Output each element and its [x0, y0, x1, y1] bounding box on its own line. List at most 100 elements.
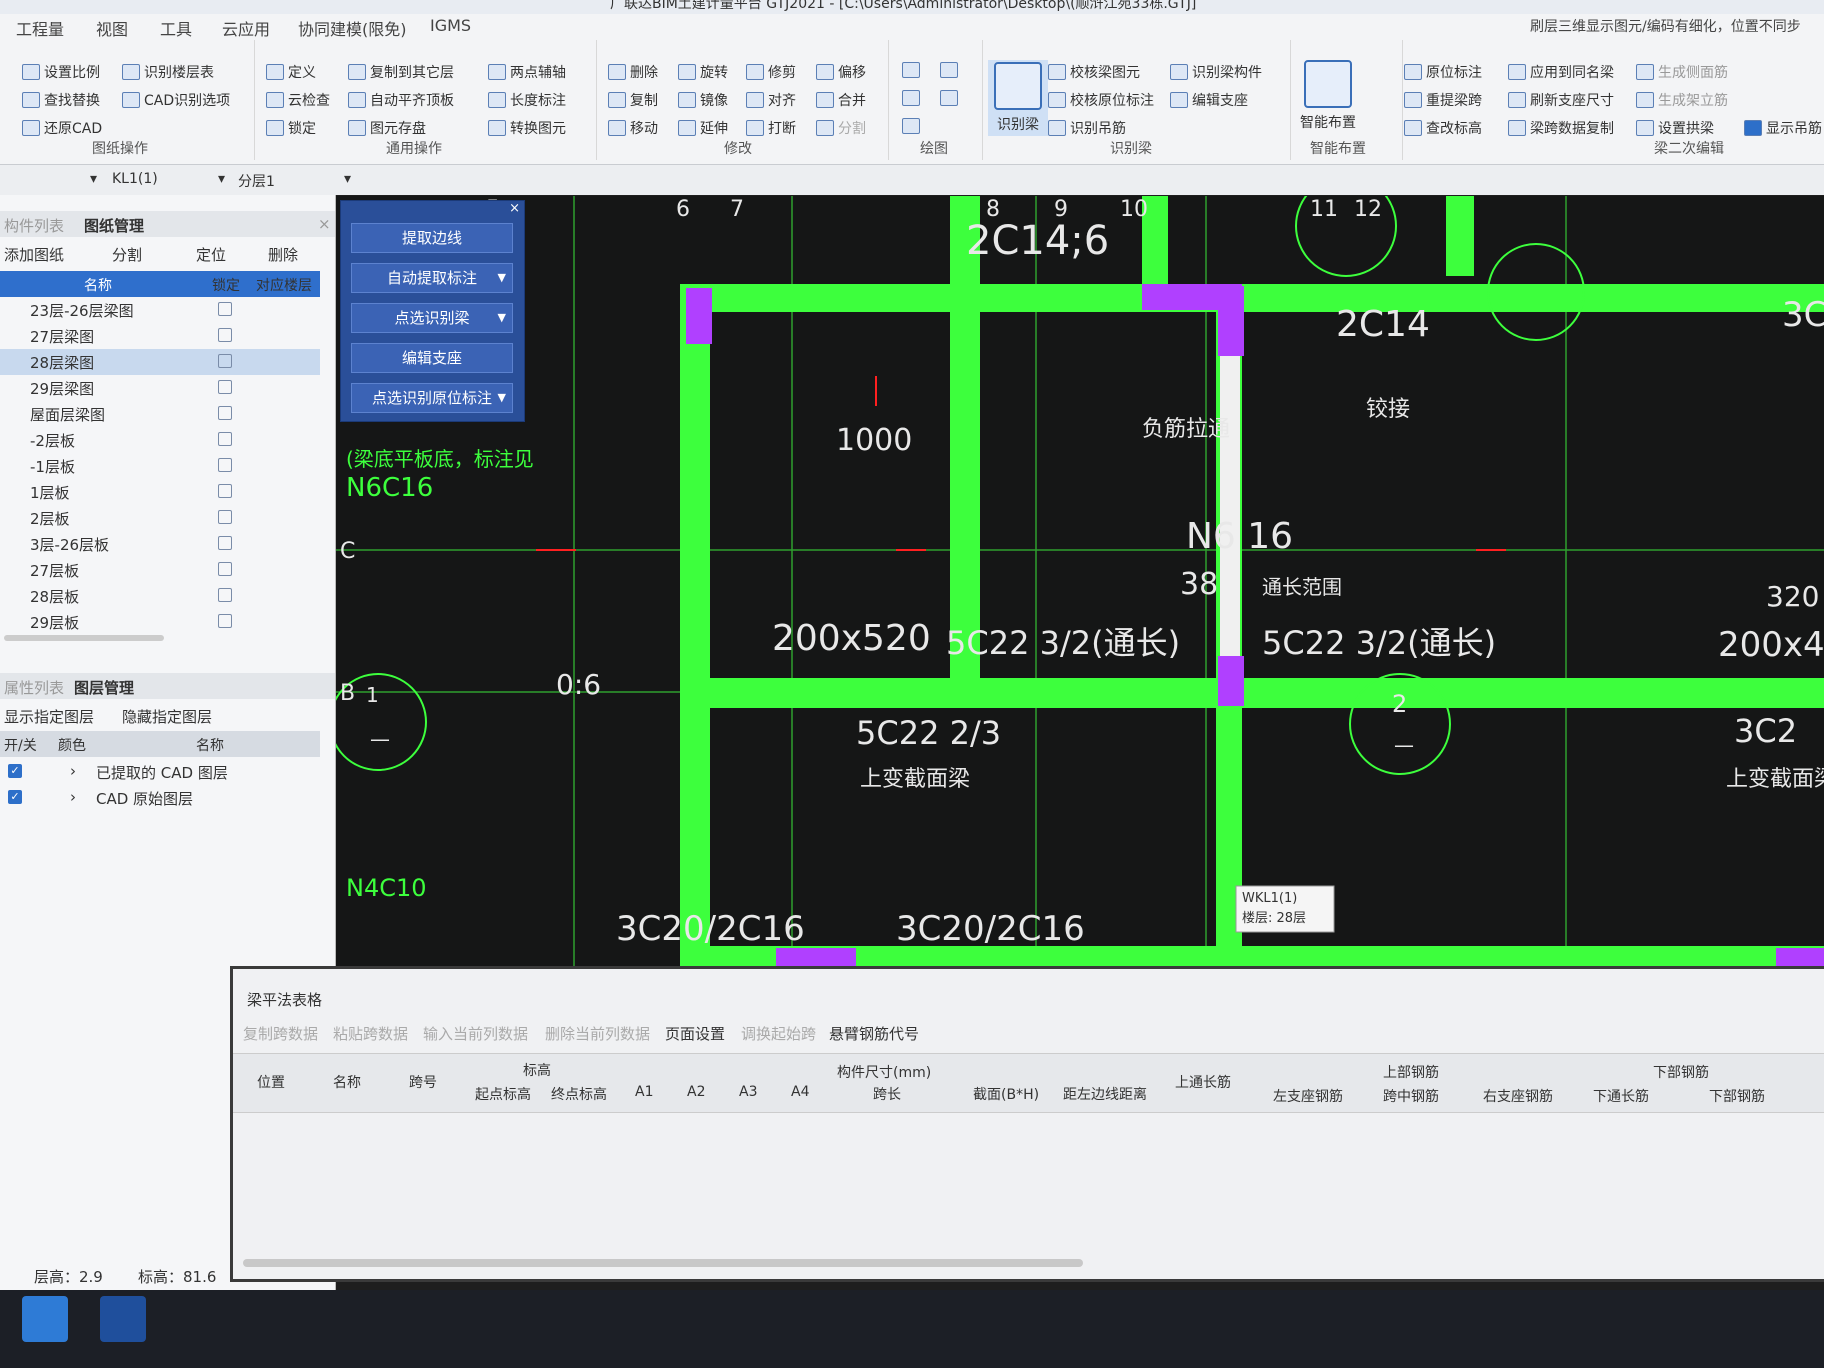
offset-button[interactable]: 偏移 [816, 62, 866, 82]
hide-layer-button[interactable]: 隐藏指定图层 [122, 706, 212, 727]
lock-icon[interactable] [218, 302, 232, 316]
tab-layer-manage[interactable]: 图层管理 [74, 677, 134, 698]
type-dropdown-arrow[interactable]: ▾ [90, 171, 97, 187]
inplace-annotation-button[interactable]: 原位标注 [1404, 62, 1482, 82]
delete-column-button[interactable]: 删除当前列数据 [545, 1023, 650, 1044]
menu-cloud[interactable]: 云应用 [222, 16, 270, 40]
find-replace-button[interactable]: 查找替换 [22, 90, 100, 110]
break-button[interactable]: 打断 [746, 118, 796, 138]
chevron-down-icon[interactable]: ▼ [498, 384, 506, 412]
copy-span-data-button[interactable]: 复制跨数据 [243, 1023, 318, 1044]
line-tool[interactable] [902, 90, 920, 106]
check-inplace-annotation-button[interactable]: 校核原位标注 [1048, 90, 1154, 110]
merge-button[interactable]: 合并 [816, 90, 866, 110]
cantilever-code-button[interactable]: 悬臂钢筋代号 [829, 1023, 919, 1044]
page-setup-button[interactable]: 页面设置 [665, 1023, 725, 1044]
recognize-beam-button[interactable]: 识别梁 [988, 60, 1048, 136]
edit-support-float-button[interactable]: 编辑支座 [351, 343, 513, 373]
edit-elevation-button[interactable]: 查改标高 [1404, 118, 1482, 138]
mirror-button[interactable]: 镜像 [678, 90, 728, 110]
convert-element-button[interactable]: 转换图元 [488, 118, 566, 138]
set-arch-beam-button[interactable]: 设置拱梁 [1636, 118, 1714, 138]
drawing-row[interactable]: -2层板 [0, 427, 320, 453]
point-recognize-beam-button[interactable]: 点选识别梁 ▼ [351, 303, 513, 333]
locate-drawing-button[interactable]: 定位 [196, 244, 226, 265]
tab-drawing-manage[interactable]: 图纸管理 [84, 215, 144, 236]
chevron-down-icon[interactable]: ▼ [498, 264, 506, 292]
point-recognize-inplace-button[interactable]: 点选识别原位标注 ▼ [351, 383, 513, 413]
layer-row[interactable]: ✓ › CAD 原始图层 [0, 785, 320, 811]
app-cad-icon[interactable] [100, 1296, 146, 1342]
copy-span-data-button[interactable]: 梁跨数据复制 [1508, 118, 1614, 138]
lock-icon[interactable] [218, 510, 232, 524]
auto-align-slab-button[interactable]: 自动平齐顶板 [348, 90, 454, 110]
drawing-row[interactable]: -1层板 [0, 453, 320, 479]
drawing-row[interactable]: 3层-26层板 [0, 531, 320, 557]
split-button[interactable]: 分割 [816, 118, 866, 138]
lock-icon[interactable] [218, 380, 232, 394]
refresh-support-size-button[interactable]: 刷新支座尺寸 [1508, 90, 1614, 110]
layer-dropdown-arrow[interactable]: ▾ [344, 171, 351, 187]
trim-button[interactable]: 修剪 [746, 62, 796, 82]
show-hanger-toggle[interactable]: 显示吊筋 [1744, 118, 1822, 138]
menu-project[interactable]: 工程量 [16, 16, 64, 40]
align-button[interactable]: 对齐 [746, 90, 796, 110]
drawing-row[interactable]: 2层板 [0, 505, 320, 531]
show-layer-button[interactable]: 显示指定图层 [4, 706, 94, 727]
recognize-floor-table-button[interactable]: 识别楼层表 [122, 62, 214, 82]
chevron-down-icon[interactable]: ▼ [498, 304, 506, 332]
define-button[interactable]: 定义 [266, 62, 316, 82]
tray-icons[interactable] [1620, 1310, 1800, 1330]
extract-edge-button[interactable]: 提取边线 [351, 223, 513, 253]
app-t-icon[interactable] [22, 1296, 68, 1342]
re-extract-span-button[interactable]: 重提梁跨 [1404, 90, 1482, 110]
copy-button[interactable]: 复制 [608, 90, 658, 110]
drawing-row[interactable]: 27层板 [0, 557, 320, 583]
horizontal-scrollbar[interactable] [243, 1259, 1083, 1267]
drawing-row[interactable]: 28层梁图 [0, 349, 320, 375]
menu-view[interactable]: 视图 [96, 16, 128, 40]
cad-canvas[interactable]: 5 6 7 8 9 10 11 12 C B 2C14;6 2C14 1000 … [336, 196, 1824, 966]
arc-tool[interactable] [902, 118, 920, 134]
two-point-axis-button[interactable]: 两点辅轴 [488, 62, 566, 82]
drawing-row[interactable]: 23层-26层梁图 [0, 297, 320, 323]
auto-extract-annotation-button[interactable]: 自动提取标注 ▼ [351, 263, 513, 293]
generate-side-rebar-button[interactable]: 生成侧面筋 [1636, 62, 1728, 82]
drawing-row[interactable]: 1层板 [0, 479, 320, 505]
lock-icon[interactable] [218, 354, 232, 368]
cad-options-button[interactable]: CAD识别选项 [122, 90, 230, 110]
lock-icon[interactable] [218, 614, 232, 628]
layer-select[interactable]: 分层1 [238, 171, 275, 191]
drawing-row[interactable]: 29层板 [0, 609, 320, 635]
copy-to-layer-button[interactable]: 复制到其它层 [348, 62, 454, 82]
circle-tool[interactable] [940, 62, 958, 78]
close-icon[interactable]: × [509, 201, 520, 216]
drawing-row[interactable]: 29层梁图 [0, 375, 320, 401]
component-dropdown-arrow[interactable]: ▾ [218, 171, 225, 187]
expand-icon[interactable]: › [70, 762, 76, 780]
lock-icon[interactable] [218, 484, 232, 498]
apply-same-name-button[interactable]: 应用到同名梁 [1508, 62, 1614, 82]
lock-icon[interactable] [218, 328, 232, 342]
smart-place-button[interactable]: 智能布置 [1300, 60, 1356, 132]
horizontal-scrollbar[interactable] [4, 635, 164, 641]
checkbox-icon[interactable]: ✓ [8, 790, 22, 804]
layer-row[interactable]: ✓ › 已提取的 CAD 图层 [0, 759, 320, 785]
menu-collab[interactable]: 协同建模(限免) [298, 16, 407, 40]
checkbox-icon[interactable]: ✓ [8, 764, 22, 778]
recognize-beam-component-button[interactable]: 识别梁构件 [1170, 62, 1262, 82]
drawing-row[interactable]: 27层梁图 [0, 323, 320, 349]
generate-erection-rebar-button[interactable]: 生成架立筋 [1636, 90, 1728, 110]
rect-tool[interactable] [940, 90, 958, 106]
lock-icon[interactable] [218, 458, 232, 472]
input-column-button[interactable]: 输入当前列数据 [423, 1023, 528, 1044]
set-scale-button[interactable]: 设置比例 [22, 62, 100, 82]
point-tool[interactable] [902, 62, 920, 78]
delete-button[interactable]: 删除 [608, 62, 658, 82]
split-drawing-button[interactable]: 分割 [112, 244, 142, 265]
component-select[interactable]: KL1(1) [112, 171, 158, 187]
close-icon[interactable]: × [318, 215, 331, 233]
extend-button[interactable]: 延伸 [678, 118, 728, 138]
menu-tools[interactable]: 工具 [160, 16, 192, 40]
paste-span-data-button[interactable]: 粘贴跨数据 [333, 1023, 408, 1044]
